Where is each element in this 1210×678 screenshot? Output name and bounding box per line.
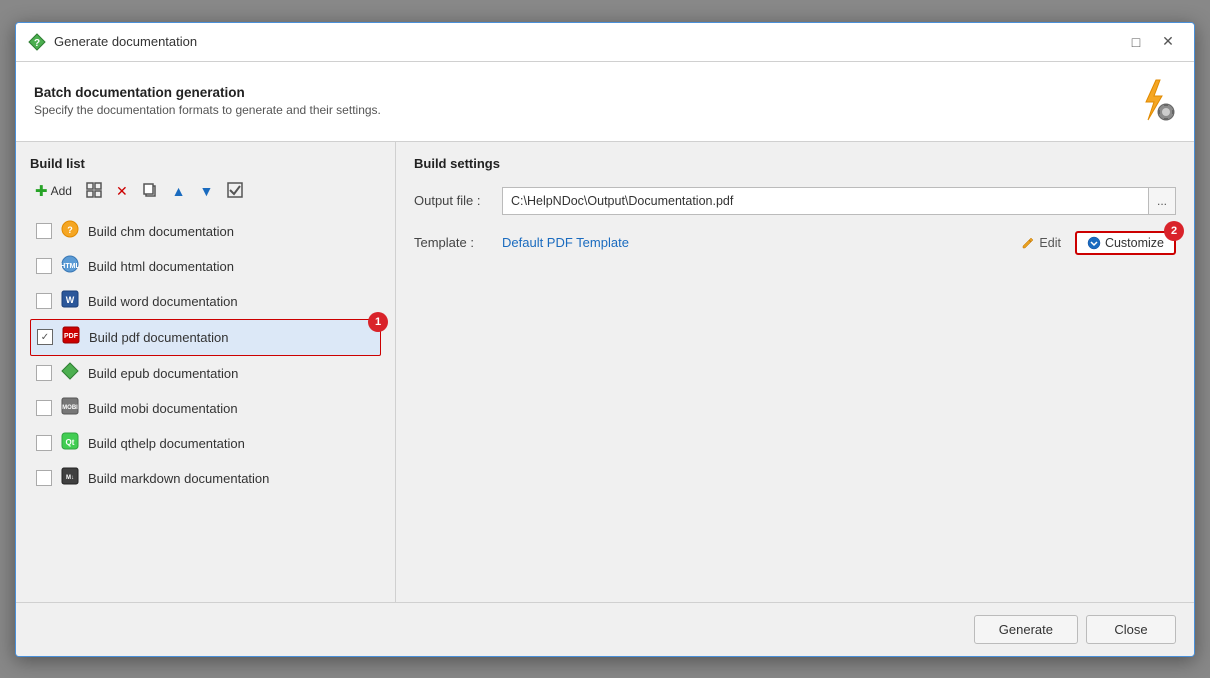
close-button[interactable]: ✕ <box>1154 31 1182 53</box>
check-all-icon <box>227 182 243 201</box>
epub-label: Build epub documentation <box>88 366 238 381</box>
build-item-pdf[interactable]: ✓ PDF Build pdf documentation 1 <box>30 319 381 356</box>
checkbox-word[interactable] <box>36 293 52 309</box>
customize-button[interactable]: Customize 2 <box>1075 231 1176 255</box>
add-label: Add <box>51 184 72 198</box>
html-label: Build html documentation <box>88 259 234 274</box>
left-panel: Build list ✚ Add ✕ <box>16 142 396 602</box>
output-label: Output file : <box>414 193 494 208</box>
template-label: Template : <box>414 235 494 250</box>
build-item-html[interactable]: HTML Build html documentation <box>30 249 381 284</box>
main-content: Build list ✚ Add ✕ <box>16 142 1194 602</box>
add-button[interactable]: ✚ Add <box>30 179 77 203</box>
build-settings-title: Build settings <box>414 156 1176 171</box>
customize-down-icon <box>1087 236 1101 250</box>
svg-text:?: ? <box>67 225 73 235</box>
chm-icon: ? <box>60 220 80 243</box>
delete-icon: ✕ <box>116 183 128 200</box>
output-browse-button[interactable]: ... <box>1149 187 1176 215</box>
edit-label: Edit <box>1039 236 1061 250</box>
svg-text:MOBI: MOBI <box>62 405 78 411</box>
lightning-gear-icon <box>1128 76 1176 124</box>
build-list-title: Build list <box>30 156 381 171</box>
checkbox-mobi[interactable] <box>36 400 52 416</box>
title-bar-left: ? Generate documentation <box>28 33 197 51</box>
svg-text:M↓: M↓ <box>66 475 74 481</box>
down-arrow-icon: ▼ <box>200 183 214 199</box>
pdf-label: Build pdf documentation <box>89 330 228 345</box>
window-title: Generate documentation <box>54 34 197 49</box>
header-icon-container <box>1128 76 1176 127</box>
qthelp-label: Build qthelp documentation <box>88 436 245 451</box>
word-icon: W <box>60 290 80 313</box>
build-item-word[interactable]: W Build word documentation <box>30 284 381 319</box>
checkbox-epub[interactable] <box>36 365 52 381</box>
template-row: Template : Default PDF Template Edit Cus… <box>414 231 1176 255</box>
footer: Generate Close <box>16 602 1194 656</box>
add-icon: ✚ <box>35 182 48 200</box>
svg-text:Qt: Qt <box>66 438 75 447</box>
svg-text:?: ? <box>34 38 40 49</box>
qthelp-icon: Qt <box>60 432 80 455</box>
move-down-button[interactable]: ▼ <box>195 180 219 202</box>
layout-icon <box>86 182 102 201</box>
markdown-icon: M↓ <box>60 467 80 490</box>
build-items-list: ? Build chm documentation HTML Build htm… <box>30 214 381 496</box>
svg-text:W: W <box>66 295 75 305</box>
header-text: Batch documentation generation Specify t… <box>34 85 381 117</box>
badge-1: 1 <box>368 312 388 332</box>
pdf-icon: PDF <box>61 326 81 349</box>
copy-icon <box>142 182 158 201</box>
checkbox-html[interactable] <box>36 258 52 274</box>
mobi-icon: MOBI <box>60 397 80 420</box>
word-label: Build word documentation <box>88 294 238 309</box>
markdown-label: Build markdown documentation <box>88 471 269 486</box>
generate-button[interactable]: Generate <box>974 615 1078 644</box>
close-button-footer[interactable]: Close <box>1086 615 1176 644</box>
checkbox-qthelp[interactable] <box>36 435 52 451</box>
build-item-epub[interactable]: Build epub documentation <box>30 356 381 391</box>
badge-2: 2 <box>1164 221 1184 241</box>
title-bar-controls: □ ✕ <box>1122 31 1182 53</box>
checkbox-markdown[interactable] <box>36 470 52 486</box>
mobi-label: Build mobi documentation <box>88 401 238 416</box>
app-icon: ? <box>28 33 46 51</box>
html-icon: HTML <box>60 255 80 278</box>
move-up-button[interactable]: ▲ <box>167 180 191 202</box>
build-item-markdown[interactable]: M↓ Build markdown documentation <box>30 461 381 496</box>
header-title: Batch documentation generation <box>34 85 381 100</box>
header-subtitle: Specify the documentation formats to gen… <box>34 103 381 117</box>
template-link[interactable]: Default PDF Template <box>502 235 629 250</box>
build-item-mobi[interactable]: MOBI Build mobi documentation <box>30 391 381 426</box>
up-arrow-icon: ▲ <box>172 183 186 199</box>
delete-button[interactable]: ✕ <box>111 180 133 203</box>
check-all-button[interactable] <box>222 179 248 204</box>
right-panel: Build settings Output file : ... Templat… <box>396 142 1194 602</box>
title-bar: ? Generate documentation □ ✕ <box>16 23 1194 62</box>
chm-label: Build chm documentation <box>88 224 234 239</box>
layout-button[interactable] <box>81 179 107 204</box>
build-list-toolbar: ✚ Add ✕ ▲ <box>30 179 381 204</box>
checkbox-pdf[interactable]: ✓ <box>37 329 53 345</box>
edit-template-button[interactable]: Edit <box>1013 233 1069 253</box>
epub-icon <box>60 362 80 385</box>
main-window: ? Generate documentation □ ✕ Batch docum… <box>15 22 1195 657</box>
customize-label: Customize <box>1105 236 1164 250</box>
edit-pencil-icon <box>1021 236 1035 250</box>
build-item-qthelp[interactable]: Qt Build qthelp documentation <box>30 426 381 461</box>
copy-button[interactable] <box>137 179 163 204</box>
header-section: Batch documentation generation Specify t… <box>16 62 1194 142</box>
output-field-container: ... <box>502 187 1176 215</box>
svg-text:PDF: PDF <box>64 333 79 340</box>
template-actions: Edit Customize 2 <box>1013 231 1176 255</box>
output-file-row: Output file : ... <box>414 187 1176 215</box>
output-file-input[interactable] <box>502 187 1149 215</box>
svg-text:HTML: HTML <box>61 263 79 270</box>
minimize-button[interactable]: □ <box>1122 31 1150 53</box>
build-item-chm[interactable]: ? Build chm documentation <box>30 214 381 249</box>
checkbox-chm[interactable] <box>36 223 52 239</box>
